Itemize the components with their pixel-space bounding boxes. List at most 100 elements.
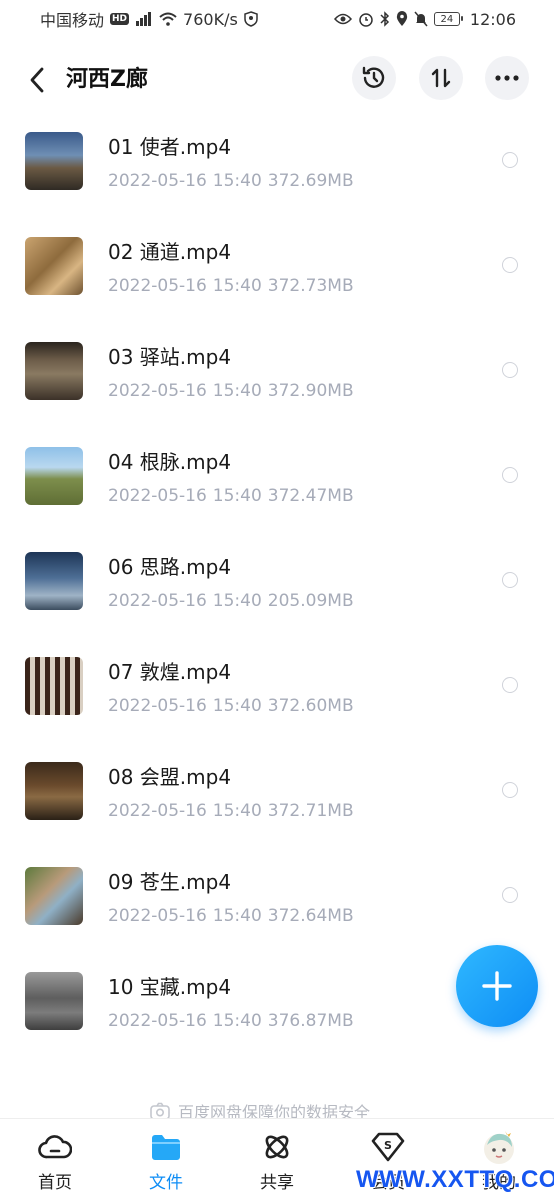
file-row[interactable]: 08 会盟.mp4 2022-05-16 15:40 372.71MB: [0, 740, 554, 845]
video-thumbnail: [25, 657, 83, 715]
file-date: 2022-05-16: [108, 801, 207, 821]
bluetooth-icon: [380, 11, 390, 27]
more-button[interactable]: [485, 56, 529, 100]
file-time: 15:40: [212, 906, 262, 926]
select-checkbox[interactable]: [502, 677, 518, 693]
tab-label: 首页: [38, 1173, 72, 1193]
file-meta: 2022-05-16 15:40 205.09MB: [108, 588, 360, 614]
file-size: 372.69MB: [267, 171, 354, 191]
video-thumbnail: [25, 867, 83, 925]
tab-share[interactable]: 共享: [222, 1119, 332, 1201]
avatar: [479, 1131, 519, 1164]
file-meta: 2022-05-16 15:40 372.69MB: [108, 168, 360, 194]
tab-home[interactable]: 首页: [0, 1119, 110, 1201]
back-button[interactable]: [22, 64, 52, 96]
file-time: 15:40: [212, 486, 262, 506]
file-name: 08 会盟.mp4: [108, 765, 232, 789]
select-checkbox[interactable]: [502, 362, 518, 378]
mute-icon: [414, 11, 428, 27]
file-row[interactable]: 09 苍生.mp4 2022-05-16 15:40 372.64MB: [0, 845, 554, 950]
file-time: 15:40: [212, 801, 262, 821]
file-meta: 2022-05-16 15:40 372.60MB: [108, 693, 360, 719]
select-checkbox[interactable]: [502, 257, 518, 273]
file-name: 04 根脉.mp4: [108, 450, 232, 474]
file-row[interactable]: 06 思路.mp4 2022-05-16 15:40 205.09MB: [0, 530, 554, 635]
file-name: 09 苍生.mp4: [108, 870, 232, 894]
video-thumbnail: [25, 552, 83, 610]
status-left: 中国移动 HD 760K/s: [40, 7, 258, 31]
network-speed: 760K/s: [183, 9, 238, 29]
tab-files[interactable]: 文件: [111, 1119, 221, 1201]
location-icon: [396, 11, 408, 27]
watermark: WWW.XXTTQ.COM: [356, 1166, 554, 1193]
video-thumbnail: [25, 237, 83, 295]
select-checkbox[interactable]: [502, 152, 518, 168]
sort-button[interactable]: [419, 56, 463, 100]
file-date: 2022-05-16: [108, 591, 207, 611]
clock: 12:06: [469, 9, 516, 29]
video-thumbnail: [25, 447, 83, 505]
file-date: 2022-05-16: [108, 276, 207, 296]
file-size: 376.87MB: [267, 1011, 354, 1031]
file-row[interactable]: 04 根脉.mp4 2022-05-16 15:40 372.47MB: [0, 425, 554, 530]
file-name: 10 宝藏.mp4: [108, 975, 232, 999]
file-time: 15:40: [212, 381, 262, 401]
file-name: 06 思路.mp4: [108, 555, 232, 579]
file-size: 372.60MB: [267, 696, 354, 716]
file-row[interactable]: 03 驿站.mp4 2022-05-16 15:40 372.90MB: [0, 320, 554, 425]
signal-icon: [135, 12, 153, 26]
header-bar: 河西Z廊: [0, 50, 554, 110]
video-thumbnail: [25, 762, 83, 820]
status-right: 24 12:06: [333, 9, 516, 29]
file-date: 2022-05-16: [108, 906, 207, 926]
select-checkbox[interactable]: [502, 887, 518, 903]
file-name: 07 敦煌.mp4: [108, 660, 232, 684]
select-checkbox[interactable]: [502, 782, 518, 798]
file-name: 01 使者.mp4: [108, 135, 232, 159]
file-name: 03 驿站.mp4: [108, 345, 232, 369]
file-size: 372.47MB: [267, 486, 354, 506]
file-time: 15:40: [212, 171, 262, 191]
file-size: 372.73MB: [267, 276, 354, 296]
file-size: 372.64MB: [267, 906, 354, 926]
battery-icon: 24: [433, 12, 463, 26]
file-date: 2022-05-16: [108, 1011, 207, 1031]
back-icon: [30, 67, 44, 93]
svg-text:S: S: [384, 1139, 392, 1152]
file-size: 372.90MB: [267, 381, 354, 401]
status-bar: 中国移动 HD 760K/s 24 12:06: [0, 0, 554, 38]
file-row[interactable]: 07 敦煌.mp4 2022-05-16 15:40 372.60MB: [0, 635, 554, 740]
file-meta: 2022-05-16 15:40 372.73MB: [108, 273, 360, 299]
file-meta: 2022-05-16 15:40 372.64MB: [108, 903, 360, 929]
file-meta: 2022-05-16 15:40 372.47MB: [108, 483, 360, 509]
file-date: 2022-05-16: [108, 171, 207, 191]
file-time: 15:40: [212, 696, 262, 716]
add-button[interactable]: [456, 945, 538, 1027]
video-thumbnail: [25, 342, 83, 400]
hd-badge: HD: [110, 13, 130, 25]
page-title: 河西Z廊: [66, 67, 148, 92]
eye-icon: [333, 13, 352, 25]
vip-diamond-icon: S: [371, 1131, 405, 1163]
file-meta: 2022-05-16 15:40 372.90MB: [108, 378, 360, 404]
history-button[interactable]: [352, 56, 396, 100]
tab-label: 文件: [149, 1173, 183, 1193]
location-shield-icon: [244, 11, 258, 27]
wifi-icon: [159, 12, 177, 26]
file-time: 15:40: [212, 1011, 262, 1031]
more-icon: [495, 75, 519, 81]
select-checkbox[interactable]: [502, 572, 518, 588]
tab-label: 共享: [260, 1173, 294, 1193]
history-icon: [362, 66, 385, 88]
select-checkbox[interactable]: [502, 467, 518, 483]
file-meta: 2022-05-16 15:40 372.71MB: [108, 798, 360, 824]
file-row[interactable]: 01 使者.mp4 2022-05-16 15:40 372.69MB: [0, 110, 554, 215]
video-thumbnail: [25, 132, 83, 190]
cloud-icon: [38, 1131, 72, 1163]
folder-icon: [150, 1131, 182, 1163]
file-row[interactable]: 02 通道.mp4 2022-05-16 15:40 372.73MB: [0, 215, 554, 320]
video-thumbnail: [25, 972, 83, 1030]
sort-icon: [431, 68, 451, 88]
file-time: 15:40: [212, 591, 262, 611]
file-meta: 2022-05-16 15:40 376.87MB: [108, 1008, 360, 1034]
